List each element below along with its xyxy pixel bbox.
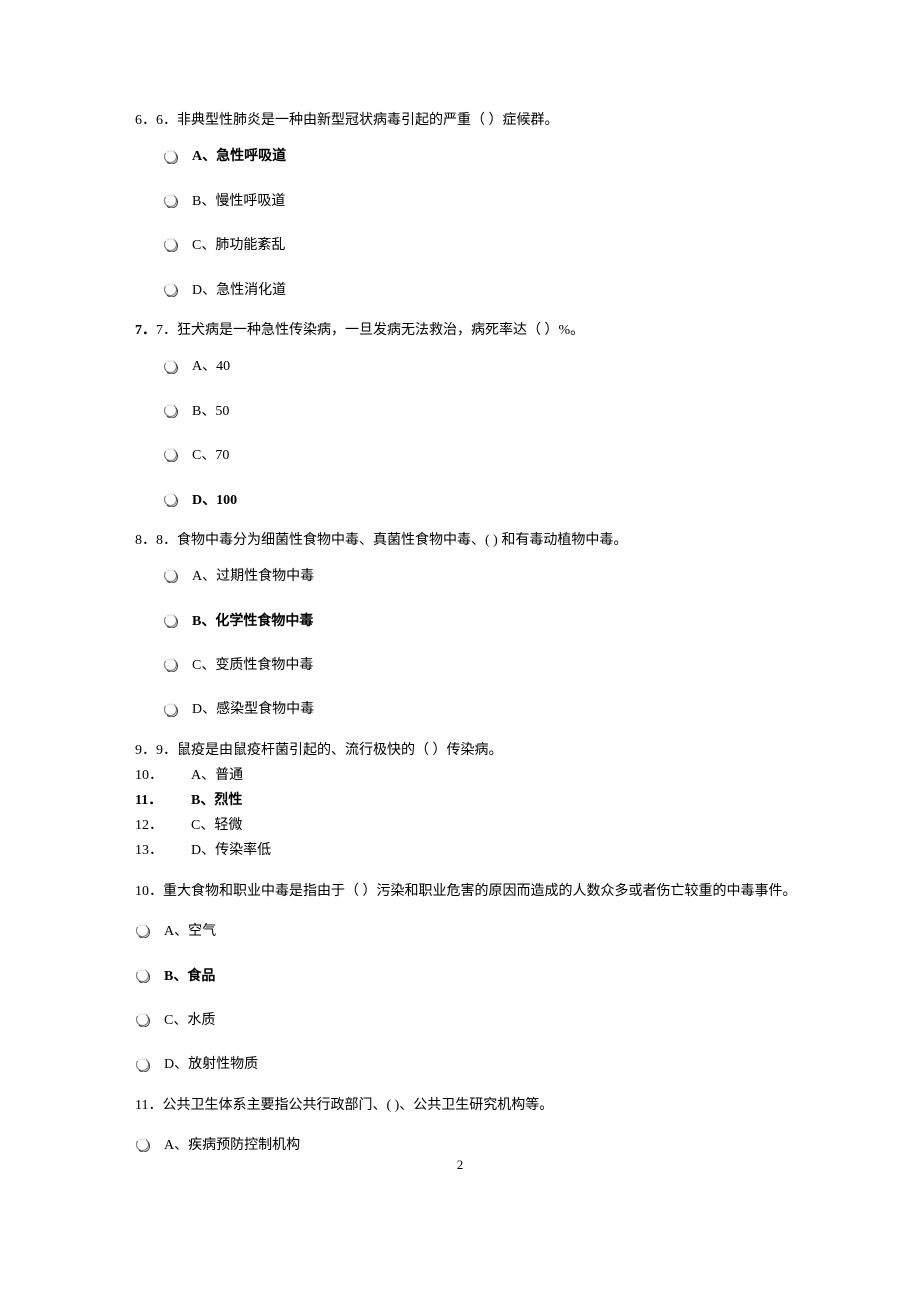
q7-option-d[interactable]: D、100 <box>135 486 800 512</box>
q7-option-d-text: D、100 <box>192 486 237 512</box>
radio-icon <box>163 613 178 628</box>
q10-option-c-text: C、水质 <box>164 1006 215 1032</box>
q10-option-b[interactable]: B、食品 <box>135 962 800 988</box>
q9-line-12: 12．C、轻微 <box>135 815 800 836</box>
q6-option-c-text: C、肺功能紊乱 <box>192 231 285 257</box>
question-9-text: 9．9．鼠疫是由鼠疫杆菌引起的、流行极快的（ ）传染病。 <box>135 740 800 761</box>
q7-option-a[interactable]: A、40 <box>135 352 800 378</box>
q6-option-d-text: D、急性消化道 <box>192 276 286 302</box>
radio-icon <box>135 1137 150 1152</box>
q8-option-d[interactable]: D、感染型食物中毒 <box>135 695 800 721</box>
q9-line-11: 11．B、烈性 <box>135 790 800 811</box>
radio-icon <box>163 702 178 717</box>
q10-option-c[interactable]: C、水质 <box>135 1006 800 1032</box>
question-7-text: 7．7．7．狂犬病是一种急性传染病，一旦发病无法救治，病死率达（ ）%。7．狂犬… <box>135 320 800 342</box>
question-10: 10．重大食物和职业中毒是指由于（ ）污染和职业危害的原因而造成的人数众多或者伤… <box>135 881 800 1077</box>
question-10-text: 10．重大食物和职业中毒是指由于（ ）污染和职业危害的原因而造成的人数众多或者伤… <box>135 881 800 903</box>
radio-icon <box>163 193 178 208</box>
q6-option-b[interactable]: B、慢性呼吸道 <box>135 187 800 213</box>
radio-icon <box>163 359 178 374</box>
q10-option-d[interactable]: D、放射性物质 <box>135 1050 800 1076</box>
q6-option-a-text: A、急性呼吸道 <box>192 142 286 168</box>
radio-icon <box>163 237 178 252</box>
radio-icon <box>163 492 178 507</box>
q6-option-b-text: B、慢性呼吸道 <box>192 187 285 213</box>
radio-icon <box>135 968 150 983</box>
q11-option-a[interactable]: A、疾病预防控制机构 <box>135 1131 800 1157</box>
q6-option-a[interactable]: A、急性呼吸道 <box>135 142 800 168</box>
question-8: 8．8．食物中毒分为细菌性食物中毒、真菌性食物中毒、( ) 和有毒动植物中毒。 … <box>135 530 800 722</box>
question-11-text: 11．公共卫生体系主要指公共行政部门、( )、公共卫生研究机构等。 <box>135 1095 800 1117</box>
radio-icon <box>135 1012 150 1027</box>
radio-icon <box>135 1057 150 1072</box>
q6-option-d[interactable]: D、急性消化道 <box>135 276 800 302</box>
radio-icon <box>163 568 178 583</box>
q9-line-10: 10．A、普通 <box>135 765 800 786</box>
q8-option-d-text: D、感染型食物中毒 <box>192 695 314 721</box>
radio-icon <box>163 149 178 164</box>
q10-option-a-text: A、空气 <box>164 917 216 943</box>
radio-icon <box>163 657 178 672</box>
q9-line-13: 13．D、传染率低 <box>135 840 800 861</box>
question-9: 9．9．鼠疫是由鼠疫杆菌引起的、流行极快的（ ）传染病。 10．A、普通 11．… <box>135 740 800 861</box>
q10-option-d-text: D、放射性物质 <box>164 1050 258 1076</box>
q8-option-c-text: C、变质性食物中毒 <box>192 651 313 677</box>
question-6: 6．6．非典型性肺炎是一种由新型冠状病毒引起的严重（ ）症候群。 A、急性呼吸道… <box>135 110 800 302</box>
q11-option-a-text: A、疾病预防控制机构 <box>164 1131 300 1157</box>
q7-option-c[interactable]: C、70 <box>135 441 800 467</box>
q8-option-c[interactable]: C、变质性食物中毒 <box>135 651 800 677</box>
q10-option-a[interactable]: A、空气 <box>135 917 800 943</box>
q7-option-b-text: B、50 <box>192 397 229 423</box>
question-8-text: 8．8．食物中毒分为细菌性食物中毒、真菌性食物中毒、( ) 和有毒动植物中毒。 <box>135 530 800 552</box>
q8-option-b[interactable]: B、化学性食物中毒 <box>135 607 800 633</box>
q8-option-a-text: A、过期性食物中毒 <box>192 562 314 588</box>
q7-option-c-text: C、70 <box>192 441 229 467</box>
radio-icon <box>163 282 178 297</box>
q8-option-a[interactable]: A、过期性食物中毒 <box>135 562 800 588</box>
radio-icon <box>163 403 178 418</box>
q7-option-b[interactable]: B、50 <box>135 397 800 423</box>
page-number: 2 <box>457 1155 464 1176</box>
question-7: 7．7．7．狂犬病是一种急性传染病，一旦发病无法救治，病死率达（ ）%。7．狂犬… <box>135 320 800 512</box>
radio-icon <box>135 923 150 938</box>
question-6-text: 6．6．非典型性肺炎是一种由新型冠状病毒引起的严重（ ）症候群。 <box>135 110 800 132</box>
q10-option-b-text: B、食品 <box>164 962 215 988</box>
q7-option-a-text: A、40 <box>192 352 230 378</box>
radio-icon <box>163 447 178 462</box>
q8-option-b-text: B、化学性食物中毒 <box>192 607 313 633</box>
question-11: 11．公共卫生体系主要指公共行政部门、( )、公共卫生研究机构等。 A、疾病预防… <box>135 1095 800 1158</box>
q6-option-c[interactable]: C、肺功能紊乱 <box>135 231 800 257</box>
